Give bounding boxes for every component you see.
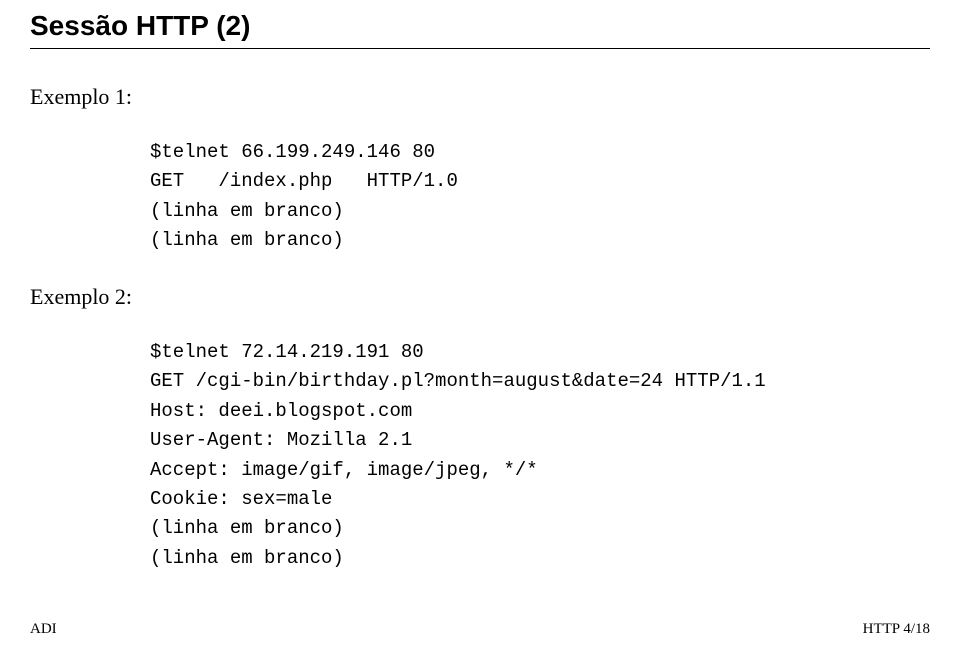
title-divider — [30, 48, 930, 49]
example2-label: Exemplo 2: — [30, 284, 930, 310]
page-title: Sessão HTTP (2) — [30, 10, 930, 42]
example1-label: Exemplo 1: — [30, 84, 930, 110]
example1-code: $telnet 66.199.249.146 80 GET /index.php… — [150, 138, 930, 256]
footer-right: HTTP 4/18 — [863, 621, 930, 638]
footer: ADI HTTP 4/18 — [30, 621, 930, 638]
footer-left: ADI — [30, 621, 57, 638]
example2-code: $telnet 72.14.219.191 80 GET /cgi-bin/bi… — [150, 338, 930, 574]
